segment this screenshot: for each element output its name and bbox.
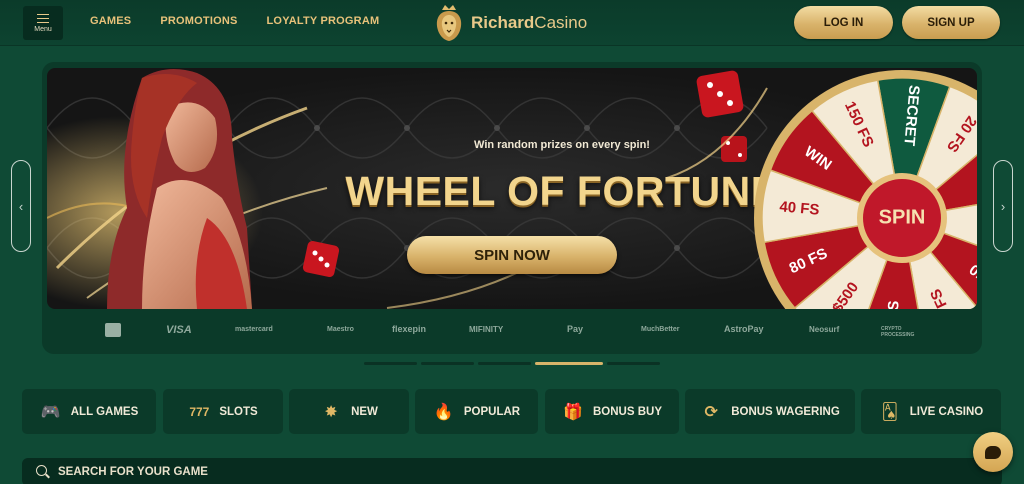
nav-loyalty-program[interactable]: LOYALTY PROGRAM [267, 15, 380, 27]
menu-label: Menu [34, 25, 52, 33]
payment-neosurf: Neosurf [809, 325, 840, 334]
slots-777-icon: 777 [189, 404, 210, 419]
banner-subline: Win random prizes on every spin! [474, 139, 650, 151]
category-label: LIVE CASINO [909, 405, 984, 418]
carousel-pagination [364, 362, 660, 365]
payment-crypto-processing: CRYPTO PROCESSING [881, 326, 915, 338]
game-search-bar[interactable]: SEARCH FOR YOUR GAME [22, 458, 1002, 484]
hamburger-icon [37, 13, 49, 23]
carousel-dot[interactable] [421, 362, 474, 365]
main-nav: GAMES PROMOTIONS LOYALTY PROGRAM [90, 15, 408, 27]
category-label: SLOTS [219, 405, 258, 418]
new-badge-icon: ✸ [324, 403, 338, 421]
gamepad-icon: 🎮 [40, 403, 61, 421]
nav-promotions[interactable]: PROMOTIONS [160, 15, 237, 27]
carousel-dot-active[interactable] [535, 362, 603, 365]
chat-bubble-icon [985, 445, 1001, 459]
fortune-wheel: SECRET20 FS30 FS40 FSC$50100 FS20 FSC$50… [754, 70, 977, 309]
signup-button[interactable]: SIGN UP [902, 6, 1000, 39]
category-label: ALL GAMES [70, 405, 139, 418]
search-icon [36, 465, 50, 479]
live-chat-button[interactable] [973, 432, 1013, 472]
coin-cycle-icon: ⟳ [704, 403, 718, 421]
payment-flexepin: flexepin [392, 324, 427, 334]
wheel-segment-label: 20 FS [882, 300, 902, 309]
live-cards-icon: 🂡 [881, 403, 898, 421]
wheel-spin-label: SPIN [879, 206, 926, 228]
payment-maestro: Maestro [327, 326, 354, 333]
payment-astropay: AstroPay [724, 324, 764, 334]
payment-card-icon [105, 323, 121, 337]
carousel-prev-button[interactable]: ‹ [11, 160, 31, 252]
category-label: POPULAR [463, 405, 521, 418]
gift-icon: 🎁 [563, 403, 583, 421]
login-button[interactable]: LOG IN [794, 6, 893, 39]
menu-button[interactable]: Menu [23, 6, 63, 40]
category-all-games[interactable]: 🎮 ALL GAMES [22, 389, 156, 434]
lion-logo-icon [436, 5, 462, 41]
category-label: NEW [351, 405, 378, 418]
flame-icon: 🔥 [433, 403, 454, 421]
logo-text: RichardCasino [471, 13, 588, 32]
payment-mastercard: mastercard [235, 326, 273, 333]
top-header: Menu GAMES PROMOTIONS LOYALTY PROGRAM Ri… [0, 0, 1024, 46]
payment-apple-pay: Pay [567, 324, 584, 334]
promo-banner-wheel-of-fortune[interactable]: Win random prizes on every spin! WHEEL O… [47, 68, 977, 309]
category-label: BONUS BUY [592, 405, 662, 418]
payment-visa: VISA [166, 324, 192, 336]
category-new[interactable]: ✸ NEW [289, 389, 409, 434]
payment-muchbetter: MuchBetter [641, 326, 680, 333]
category-bonus-wagering[interactable]: ⟳ BONUS WAGERING [685, 389, 855, 434]
carousel-dot[interactable] [607, 362, 660, 365]
carousel-dot[interactable] [478, 362, 531, 365]
wheel-segment-label: 40 FS [779, 198, 820, 218]
category-slots[interactable]: 777 SLOTS [163, 389, 283, 434]
carousel-next-button[interactable]: › [993, 160, 1013, 252]
category-bonus-buy[interactable]: 🎁 BONUS BUY [545, 389, 679, 434]
category-popular[interactable]: 🔥 POPULAR [415, 389, 538, 434]
site-logo[interactable]: RichardCasino [433, 4, 587, 42]
search-placeholder: SEARCH FOR YOUR GAME [58, 466, 208, 478]
payment-mifinity: MIFINITY [469, 325, 504, 334]
category-label: BONUS WAGERING [731, 405, 840, 418]
payment-methods-strip: VISA mastercard Maestro flexepin MIFINIT… [47, 318, 977, 344]
nav-games[interactable]: GAMES [90, 15, 131, 27]
spin-now-button[interactable]: SPIN NOW [407, 236, 617, 274]
carousel-dot[interactable] [364, 362, 417, 365]
category-live-casino[interactable]: 🂡 LIVE CASINO [861, 389, 1001, 434]
